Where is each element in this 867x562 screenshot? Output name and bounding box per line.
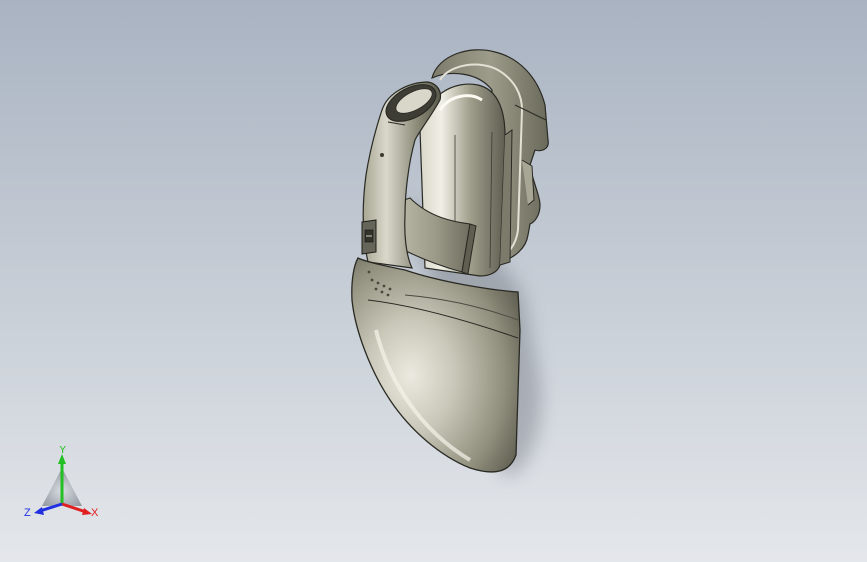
led-indicator <box>380 153 384 157</box>
x-axis-label: X <box>91 507 99 519</box>
vacuum-cleaner-model[interactable] <box>0 0 867 562</box>
dust-container[interactable] <box>351 257 521 473</box>
z-axis-label: Z <box>24 507 31 519</box>
graphics-viewport[interactable]: Y X Z <box>0 0 867 562</box>
power-switch[interactable] <box>361 219 377 255</box>
y-axis-label: Y <box>59 446 67 456</box>
orientation-triad: Y X Z <box>24 446 99 519</box>
